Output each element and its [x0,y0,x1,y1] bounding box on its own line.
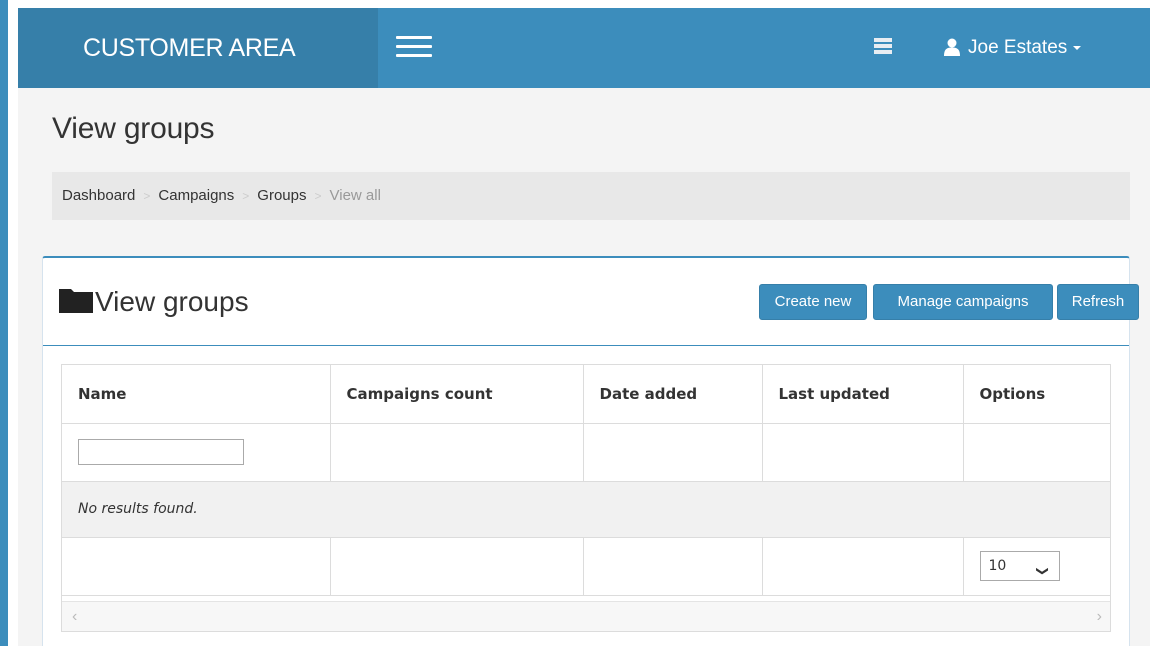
box-title: View groups [59,286,249,318]
groups-table: Name Campaigns count Date added Last upd… [62,365,1110,596]
manage-campaigns-button[interactable]: Manage campaigns [873,284,1053,320]
breadcrumb: Dashboard > Campaigns > Groups > View all [52,172,1130,220]
user-icon [944,38,960,56]
footer-cell: 10 ❯ [963,537,1110,596]
filter-cell [330,423,584,482]
app-wrapper: CUSTOMER AREA Joe Estates View groups Da… [18,8,1150,646]
footer-cell [330,537,584,596]
groups-table-container: Name Campaigns count Date added Last upd… [61,364,1111,632]
scroll-left-icon[interactable]: ‹ [72,608,77,626]
breadcrumb-groups[interactable]: Groups [257,187,306,204]
hamburger-icon[interactable] [396,32,432,64]
user-menu[interactable]: Joe Estates [944,32,1082,64]
column-header-name[interactable]: Name [62,365,331,424]
groups-box: View groups Create new Manage campaigns … [42,256,1139,646]
filter-cell [583,423,763,482]
column-header-date-added[interactable]: Date added [583,365,763,424]
column-header-options: Options [963,365,1110,424]
breadcrumb-dashboard[interactable]: Dashboard [62,187,135,204]
name-filter-input[interactable] [78,439,244,465]
filter-cell [762,423,964,482]
horizontal-scrollbar[interactable]: ‹ › [62,601,1110,631]
filter-cell [963,423,1110,482]
top-navbar: CUSTOMER AREA Joe Estates [18,8,1150,88]
box-title-text: View groups [95,286,249,317]
notification-icon[interactable] [874,38,892,54]
page-size-select[interactable]: 10 ❯ [979,551,1060,581]
empty-message: No results found. [62,481,1110,538]
footer-cell [583,537,763,596]
scroll-right-icon[interactable]: › [1097,608,1102,626]
footer-cell [762,537,964,596]
caret-down-icon [1073,46,1082,50]
refresh-button[interactable]: Refresh [1057,284,1139,320]
box-header: View groups Create new Manage campaigns … [43,258,1139,346]
page-title: View groups [52,112,215,145]
column-header-campaigns-count[interactable]: Campaigns count [330,365,584,424]
user-name: Joe Estates [968,37,1068,58]
table-header-row: Name Campaigns count Date added Last upd… [62,365,1110,424]
breadcrumb-separator: > [242,189,250,203]
footer-row: 10 ❯ [62,537,1110,596]
breadcrumb-current: View all [329,187,381,204]
column-header-last-updated[interactable]: Last updated [762,365,964,424]
empty-row: No results found. [62,481,1110,538]
page-size-value: 10 [988,558,1007,574]
filter-cell [62,423,331,482]
folder-icon [59,289,93,313]
filter-row [62,423,1110,482]
breadcrumb-separator: > [314,189,322,203]
brand-logo[interactable]: CUSTOMER AREA [18,8,378,88]
breadcrumb-separator: > [143,189,151,203]
breadcrumb-campaigns[interactable]: Campaigns [158,187,234,204]
left-edge-strip [0,0,8,646]
chevron-down-icon: ❯ [1036,565,1051,577]
create-new-button[interactable]: Create new [759,284,867,320]
footer-cell [62,537,331,596]
